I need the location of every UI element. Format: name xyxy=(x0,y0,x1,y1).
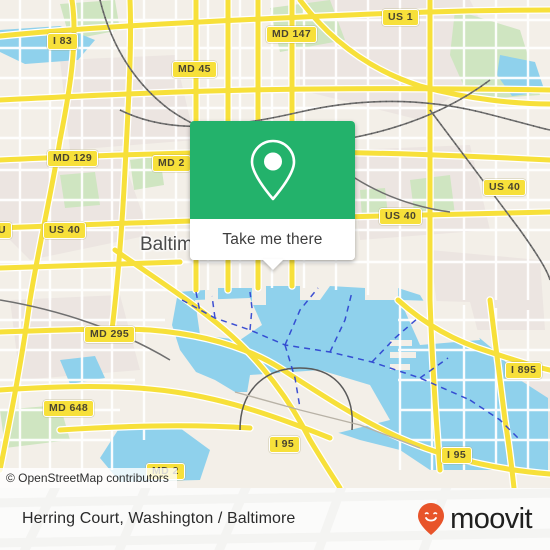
road-shield: I 83 xyxy=(47,33,79,50)
road-shield: US 1 xyxy=(382,9,419,26)
moovit-pin-icon xyxy=(418,503,445,535)
map-pin-icon xyxy=(250,139,295,201)
road-shield: I 95 xyxy=(441,447,473,464)
road-shield: US 40 xyxy=(43,222,87,239)
road-shield: US 40 xyxy=(483,179,527,196)
map-attribution[interactable]: © OpenStreetMap contributors xyxy=(0,468,177,488)
moovit-logo: moovit xyxy=(416,502,533,536)
take-me-there-label: Take me there xyxy=(222,230,323,248)
place-title: Herring Court, Washington / Baltimore xyxy=(22,510,296,527)
popup-action-bar[interactable]: Take me there xyxy=(190,219,355,270)
attribution-text: © OpenStreetMap contributors xyxy=(6,471,169,485)
road-shield: US 40 xyxy=(379,208,423,225)
popup-pointer-tail xyxy=(261,259,284,270)
road-shield: MD 129 xyxy=(47,150,99,167)
road-shield: MD 295 xyxy=(84,326,136,343)
road-shield: MD 648 xyxy=(43,400,95,417)
road-shield: U xyxy=(0,222,12,239)
road-shield: MD 2 xyxy=(152,155,191,172)
road-shield: MD 147 xyxy=(266,26,318,43)
popup-header xyxy=(190,121,355,219)
road-shield: I 95 xyxy=(269,436,301,453)
road-shield: I 895 xyxy=(505,362,543,379)
moovit-wordmark: moovit xyxy=(450,502,532,535)
location-popup[interactable]: Take me there xyxy=(190,121,355,270)
road-shield: MD 45 xyxy=(172,61,217,78)
moovit-map-screen: Baltimore I 83 MD 45 MD 147 US 1 MD 129 MD 2U… xyxy=(0,0,550,550)
bottom-info-bar: Herring Court, Washington / Baltimore mo… xyxy=(0,488,550,550)
